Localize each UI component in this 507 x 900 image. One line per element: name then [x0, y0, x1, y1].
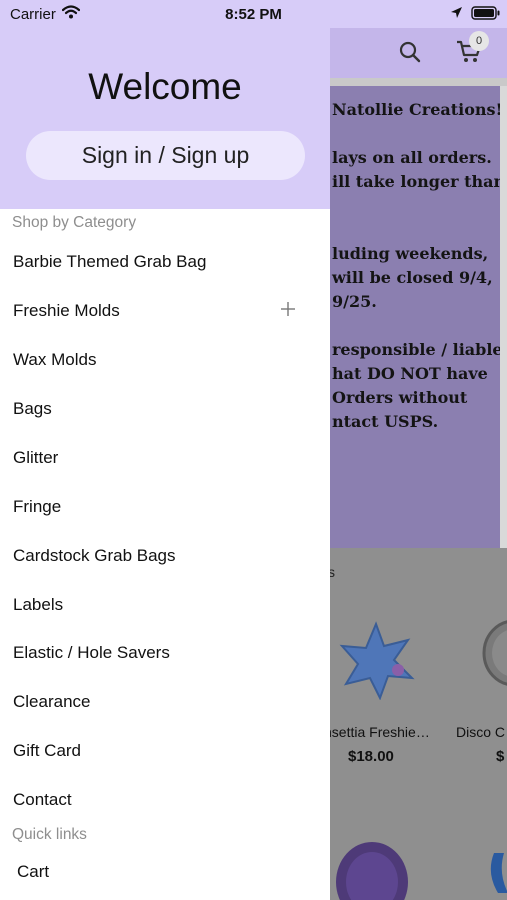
- search-icon[interactable]: [398, 40, 422, 69]
- banner-line: luding weekends,: [332, 244, 489, 263]
- background-divider: [330, 78, 507, 86]
- sign-in-button[interactable]: Sign in / Sign up: [26, 131, 305, 180]
- category-cardstock-grab-bags[interactable]: Cardstock Grab Bags: [13, 546, 303, 566]
- category-elastic-hole-savers[interactable]: Elastic / Hole Savers: [13, 643, 303, 663]
- product-grid: s nsettia Freshie… Disco C $18.00 $: [330, 548, 507, 900]
- banner-line: Natollie Creations!: [332, 100, 500, 119]
- status-bar: Carrier 8:52 PM: [0, 0, 507, 28]
- banner-line: will be closed 9/4,: [332, 268, 493, 287]
- section-heading: s: [330, 564, 335, 580]
- product-image[interactable]: [484, 843, 507, 900]
- category-contact[interactable]: Contact: [13, 790, 303, 810]
- category-fringe[interactable]: Fringe: [13, 497, 303, 517]
- quick-links-heading: Quick links: [12, 826, 87, 843]
- location-arrow-icon: [450, 6, 463, 24]
- category-glitter[interactable]: Glitter: [13, 448, 303, 468]
- quick-link-cart[interactable]: Cart: [17, 862, 307, 882]
- category-bags[interactable]: Bags: [13, 399, 303, 419]
- product-image[interactable]: [482, 618, 507, 693]
- navigation-drawer: Welcome Sign in / Sign up Shop by Catego…: [0, 0, 330, 900]
- banner-line: ill take longer than: [332, 172, 500, 191]
- banner-line: ntact USPS.: [332, 412, 439, 431]
- product-name[interactable]: Disco C: [456, 724, 505, 740]
- clock: 8:52 PM: [225, 6, 282, 23]
- category-clearance[interactable]: Clearance: [13, 692, 303, 712]
- announcement-banner: Natollie Creations! lays on all orders. …: [330, 86, 500, 548]
- category-barbie-themed-grab-bag[interactable]: Barbie Themed Grab Bag: [13, 252, 303, 272]
- category-wax-molds[interactable]: Wax Molds: [13, 350, 303, 370]
- product-price: $: [496, 748, 505, 765]
- battery-icon: [471, 6, 501, 25]
- welcome-title: Welcome: [88, 66, 242, 107]
- product-image[interactable]: [336, 620, 416, 705]
- banner-line: hat DO NOT have: [332, 364, 488, 383]
- category-gift-card[interactable]: Gift Card: [13, 741, 303, 761]
- product-image[interactable]: [330, 838, 410, 900]
- banner-line: 9/25.: [332, 292, 377, 311]
- banner-line: lays on all orders.: [332, 148, 492, 167]
- category-freshie-molds[interactable]: Freshie Molds: [13, 301, 303, 321]
- banner-line: Orders without: [332, 388, 468, 407]
- product-name[interactable]: nsettia Freshie…: [330, 724, 430, 740]
- shop-by-category-heading: Shop by Category: [12, 214, 137, 231]
- expand-plus-icon[interactable]: [280, 301, 296, 322]
- banner-line: responsible / liable: [332, 340, 500, 359]
- category-labels[interactable]: Labels: [13, 595, 303, 615]
- cart-count-badge: 0: [469, 31, 489, 51]
- product-price: $18.00: [348, 748, 394, 765]
- drawer-header: Welcome Sign in / Sign up: [0, 0, 330, 209]
